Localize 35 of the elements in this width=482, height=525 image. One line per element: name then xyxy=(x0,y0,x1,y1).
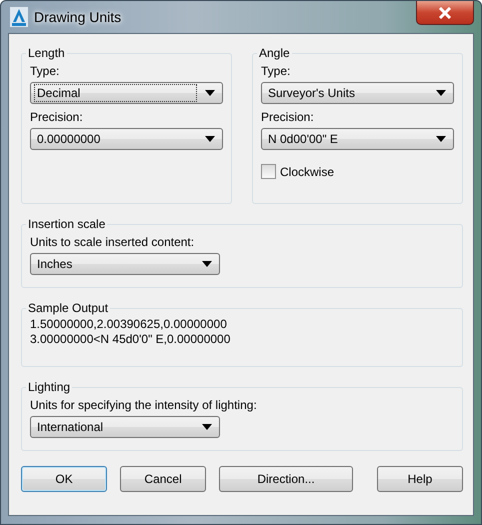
group-title: Insertion scale xyxy=(27,217,106,231)
dropdown-arrow-icon xyxy=(202,424,212,430)
group-title: Sample Output xyxy=(27,301,110,315)
field-label: Units to scale inserted content: xyxy=(30,235,196,249)
dropdown[interactable]: N 0d00'00" E xyxy=(261,128,454,150)
dropdown[interactable]: 0.00000000 xyxy=(30,128,223,150)
checkbox-label: Clockwise xyxy=(280,164,334,178)
checkbox[interactable] xyxy=(261,164,276,179)
sample-line: 3.00000000<N 45d0'0" E,0.00000000 xyxy=(30,332,232,346)
group-title: Length xyxy=(27,46,66,60)
field-label: Precision: xyxy=(30,110,84,124)
dialog-button[interactable]: Direction... xyxy=(219,466,353,492)
field-label: Type: xyxy=(30,64,60,78)
dropdown-arrow-icon xyxy=(205,90,215,96)
dropdown-arrow-icon xyxy=(205,136,215,142)
close-button[interactable] xyxy=(416,1,474,25)
dropdown[interactable]: Surveyor's Units xyxy=(261,82,454,104)
dropdown[interactable]: Decimal xyxy=(30,82,223,104)
dialog-button[interactable]: Cancel xyxy=(120,466,206,492)
field-label: Precision: xyxy=(261,110,315,124)
window-title: Drawing Units xyxy=(34,9,122,25)
field-label: Type: xyxy=(261,64,292,78)
dialog-button[interactable]: Help xyxy=(376,466,463,492)
field-label: Units for specifying the intensity of lighting: xyxy=(30,398,258,412)
close-icon xyxy=(438,6,452,18)
dropdown-arrow-icon xyxy=(202,261,212,267)
sample-line: 1.50000000,2.00390625,0.00000000 xyxy=(30,317,228,331)
dropdown-arrow-icon xyxy=(436,90,446,96)
dropdown[interactable]: International xyxy=(30,416,220,438)
dropdown[interactable]: Inches xyxy=(30,253,220,275)
dropdown-arrow-icon xyxy=(436,136,446,142)
group-title: Angle xyxy=(258,46,291,60)
app-logo-icon xyxy=(10,7,28,27)
group-title: Lighting xyxy=(27,380,72,394)
dialog-button[interactable]: OK xyxy=(21,466,108,492)
